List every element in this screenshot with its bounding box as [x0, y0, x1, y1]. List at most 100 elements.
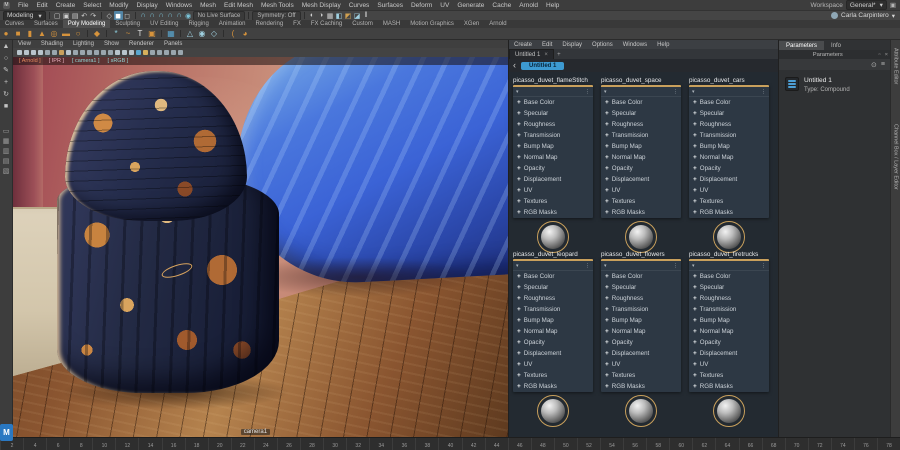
shelf-tab-fx[interactable]: FX — [288, 20, 306, 28]
film-gate-icon[interactable] — [73, 50, 78, 55]
expand-plus-icon[interactable]: + — [693, 306, 697, 313]
attribute-row-specular[interactable]: +Specular — [689, 108, 769, 119]
close-icon[interactable]: × — [883, 52, 890, 58]
attribute-row-opacity[interactable]: +Opacity — [689, 163, 769, 174]
expand-plus-icon[interactable]: + — [693, 284, 697, 291]
menu-edit[interactable]: Edit — [32, 2, 51, 9]
viewport-3d-scene[interactable]: [ Arnold ][ IPR ][ camera1 ][ sRGB ] cam… — [13, 57, 508, 437]
attribute-row-base-color[interactable]: +Base Color — [513, 271, 593, 282]
select-camera-icon[interactable] — [17, 50, 22, 55]
expand-plus-icon[interactable]: + — [517, 99, 521, 106]
expand-plus-icon[interactable]: + — [605, 350, 609, 357]
shelf-tab-custom[interactable]: Custom — [347, 20, 378, 28]
sculpt-tool-icon[interactable]: * — [110, 28, 122, 39]
move-tool[interactable]: + — [1, 76, 12, 88]
lock-icon[interactable]: ▣ — [890, 1, 896, 9]
expand-plus-icon[interactable]: + — [693, 132, 697, 139]
frame-tick[interactable]: 22 — [231, 438, 254, 450]
attribute-row-base-color[interactable]: +Base Color — [601, 97, 681, 108]
expand-plus-icon[interactable]: + — [605, 306, 609, 313]
frame-tick[interactable]: 28 — [300, 438, 323, 450]
menu-mesh[interactable]: Mesh — [196, 2, 220, 9]
attribute-row-opacity[interactable]: +Opacity — [513, 337, 593, 348]
safe-title-icon[interactable] — [108, 50, 113, 55]
collapse-icon[interactable]: ▾ — [692, 89, 695, 95]
attribute-row-transmission[interactable]: +Transmission — [513, 130, 593, 141]
tab-parameters[interactable]: Parameters — [779, 41, 824, 50]
expand-plus-icon[interactable]: + — [517, 383, 521, 390]
frame-tick[interactable]: 70 — [785, 438, 808, 450]
menu-deform[interactable]: Deform — [407, 2, 436, 9]
attribute-row-specular[interactable]: +Specular — [513, 108, 593, 119]
attribute-row-normal-map[interactable]: +Normal Map — [689, 326, 769, 337]
expand-plus-icon[interactable]: + — [605, 198, 609, 205]
collapse-icon[interactable]: ▾ — [604, 89, 607, 95]
menu-generate[interactable]: Generate — [453, 2, 488, 9]
expand-plus-icon[interactable]: + — [517, 284, 521, 291]
material-node-picasso-duvet-flamestitch[interactable]: picasso_duvet_flameStitch▾⋮+Base Color+S… — [513, 76, 593, 253]
material-node-picasso-duvet-space[interactable]: picasso_duvet_space▾⋮+Base Color+Specula… — [601, 76, 681, 253]
expand-plus-icon[interactable]: + — [693, 176, 697, 183]
attribute-row-base-color[interactable]: +Base Color — [513, 97, 593, 108]
texture-bake-icon[interactable]: ◧ — [335, 11, 344, 20]
lasso-tool[interactable]: ○ — [1, 52, 12, 64]
frame-tick[interactable]: 56 — [623, 438, 646, 450]
attribute-row-specular[interactable]: +Specular — [601, 282, 681, 293]
pause-viewport-icon[interactable]: ‖ — [362, 11, 371, 20]
2d-pan-zoom-icon[interactable] — [52, 50, 57, 55]
attribute-row-transmission[interactable]: +Transmission — [689, 130, 769, 141]
frame-tick[interactable]: 72 — [808, 438, 831, 450]
attribute-row-textures[interactable]: +Textures — [601, 196, 681, 207]
attribute-row-textures[interactable]: +Textures — [689, 196, 769, 207]
expand-plus-icon[interactable]: + — [605, 273, 609, 280]
frame-tick[interactable]: 50 — [554, 438, 577, 450]
live-surface-field[interactable]: No Live Surface — [193, 11, 246, 21]
attribute-row-displacement[interactable]: +Displacement — [513, 174, 593, 185]
new-scene-icon[interactable]: ▢ — [53, 11, 62, 20]
attribute-row-roughness[interactable]: +Roughness — [513, 293, 593, 304]
menu-surfaces[interactable]: Surfaces — [373, 2, 407, 9]
menu-cache[interactable]: Cache — [488, 2, 515, 9]
shelf-tab-fx-caching[interactable]: FX Caching — [306, 20, 347, 28]
expand-plus-icon[interactable]: + — [517, 273, 521, 280]
viewport-menu-renderer[interactable]: Renderer — [124, 41, 159, 47]
expand-plus-icon[interactable]: + — [693, 339, 697, 346]
time-slider[interactable]: 2468101214161820222426283032343638404244… — [0, 437, 900, 450]
frame-tick[interactable]: 14 — [138, 438, 161, 450]
frame-tick[interactable]: 10 — [92, 438, 115, 450]
poly-cube-icon[interactable]: ■ — [12, 28, 24, 39]
expand-plus-icon[interactable]: + — [605, 187, 609, 194]
expand-plus-icon[interactable]: + — [517, 361, 521, 368]
render-settings-icon[interactable]: ▦ — [326, 11, 335, 20]
expand-plus-icon[interactable]: + — [693, 121, 697, 128]
node-editor-menu-display[interactable]: Display — [557, 42, 587, 48]
attribute-row-rgb-masks[interactable]: +RGB Masks — [601, 207, 681, 218]
frame-tick[interactable]: 62 — [692, 438, 715, 450]
two-pane-stacked-layout-icon[interactable]: ▤ — [1, 156, 12, 166]
frame-tick[interactable]: 38 — [415, 438, 438, 450]
select-component-icon[interactable]: ◻ — [123, 11, 132, 20]
shelf-tab-arnold[interactable]: Arnold — [484, 20, 511, 28]
graph-tab[interactable]: Untitled 1 × — [509, 49, 554, 59]
render-icon[interactable]: ◐ — [308, 11, 317, 20]
depth-of-field-icon[interactable] — [178, 50, 183, 55]
expand-plus-icon[interactable]: + — [605, 99, 609, 106]
select-hierarchy-icon[interactable]: ◇ — [105, 11, 114, 20]
shelf-tab-animation[interactable]: Animation — [214, 20, 251, 28]
attribute-row-normal-map[interactable]: +Normal Map — [601, 326, 681, 337]
attribute-row-specular[interactable]: +Specular — [689, 282, 769, 293]
attribute-row-uv[interactable]: +UV — [601, 359, 681, 370]
attribute-row-specular[interactable]: +Specular — [513, 282, 593, 293]
expand-plus-icon[interactable]: + — [693, 154, 697, 161]
workspace-select[interactable]: General* ▾ — [846, 0, 887, 10]
expand-plus-icon[interactable]: + — [517, 165, 521, 172]
poly-disc-icon[interactable]: ○ — [72, 28, 84, 39]
expand-plus-icon[interactable]: + — [517, 143, 521, 150]
crease-set-icon[interactable]: ( — [227, 28, 239, 39]
expand-plus-icon[interactable]: + — [517, 295, 521, 302]
expand-plus-icon[interactable]: + — [517, 132, 521, 139]
paint-select-tool[interactable]: ✎ — [1, 64, 12, 76]
expand-plus-icon[interactable]: + — [605, 165, 609, 172]
frame-tick[interactable]: 64 — [715, 438, 738, 450]
menu-select[interactable]: Select — [79, 2, 105, 9]
